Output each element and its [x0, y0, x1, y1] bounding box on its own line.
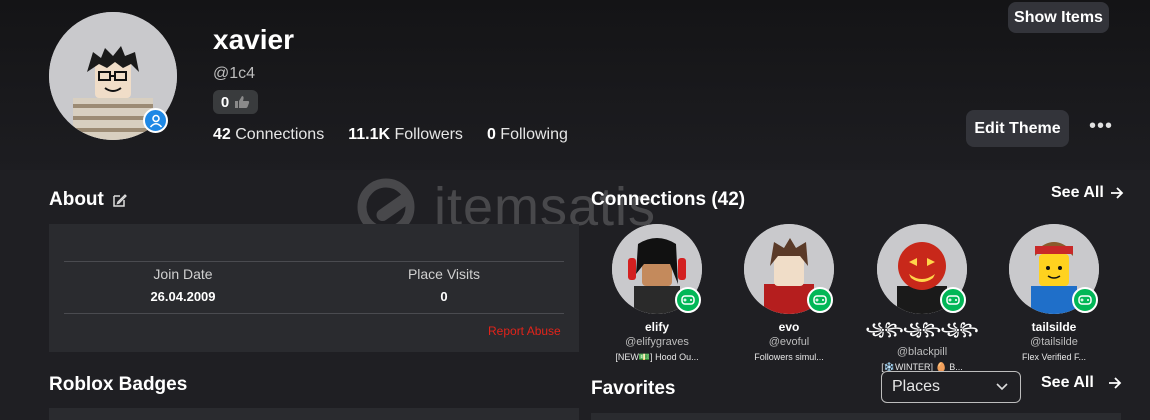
connection-username: @tailsilde [1030, 336, 1078, 348]
connection-display-name: elify [644, 320, 669, 334]
in-game-controller-icon [940, 287, 966, 313]
in-game-controller-icon [675, 287, 701, 313]
profile-display-name: xavier [213, 24, 294, 55]
roblox-badges-title: Roblox Badges [49, 374, 188, 395]
about-divider-bottom [64, 313, 564, 314]
arrow-right-icon [1108, 377, 1122, 389]
favorites-panel [591, 413, 1121, 420]
in-game-controller-icon [807, 287, 833, 313]
thumbs-up-icon [235, 96, 250, 108]
connection-game-status[interactable]: [NEW💵] Hood Ou... [597, 352, 717, 363]
followers-stat[interactable]: 11.1K Followers [348, 126, 463, 144]
more-options-icon[interactable]: ••• [1088, 112, 1114, 140]
connection-username: @evoful [768, 336, 810, 348]
join-date-label: Join Date [153, 266, 213, 282]
show-items-button[interactable]: Show Items [1008, 2, 1109, 33]
about-section-title: About [49, 189, 127, 211]
favorites-section-title: Favorites [591, 378, 676, 399]
connection-display-name: tailsilde [1031, 320, 1077, 334]
report-abuse-link[interactable]: Report Abuse [488, 324, 561, 338]
edit-icon[interactable] [112, 193, 127, 208]
about-divider [64, 261, 564, 262]
profile-stats: 42 Connections 11.1K Followers 0 Followi… [213, 126, 568, 144]
connection-game-status[interactable]: Flex Verified F... [994, 352, 1114, 362]
following-stat[interactable]: 0 Following [487, 126, 568, 144]
presence-user-icon [143, 108, 168, 133]
connection-display-name: evo [778, 320, 800, 334]
profile-username: @1c4 [213, 65, 256, 82]
badges-panel [49, 408, 579, 420]
place-visits-value: 0 [440, 289, 448, 304]
arrow-right-icon [1110, 187, 1124, 199]
connection-game-status[interactable]: Followers simul... [729, 352, 849, 362]
likes-count: 0 [220, 93, 230, 111]
connection-username: @blackpill [896, 346, 948, 358]
chevron-down-icon [996, 383, 1008, 391]
join-date-value: 26.04.2009 [150, 289, 216, 304]
connections-see-all-link[interactable]: See All [1051, 184, 1124, 202]
place-visits-label: Place Visits [407, 266, 481, 282]
edit-theme-button[interactable]: Edit Theme [966, 110, 1069, 147]
connection-display-name: ꧁꧂꧁꧂꧁꧂ [865, 322, 979, 336]
favorites-select-value: Places [892, 378, 941, 395]
favorites-see-all-link[interactable]: See All [1041, 374, 1122, 392]
in-game-controller-icon [1072, 287, 1098, 313]
connections-section-title: Connections (42) [591, 189, 746, 210]
connections-stat[interactable]: 42 Connections [213, 126, 324, 144]
join-date-stat: Join Date 26.04.2009 [63, 266, 303, 304]
place-visits-stat: Place Visits 0 [324, 266, 564, 304]
favorites-category-select[interactable]: Places [881, 371, 1021, 403]
likes-counter[interactable]: 0 [213, 90, 258, 114]
connection-username: @elifygraves [625, 336, 689, 348]
